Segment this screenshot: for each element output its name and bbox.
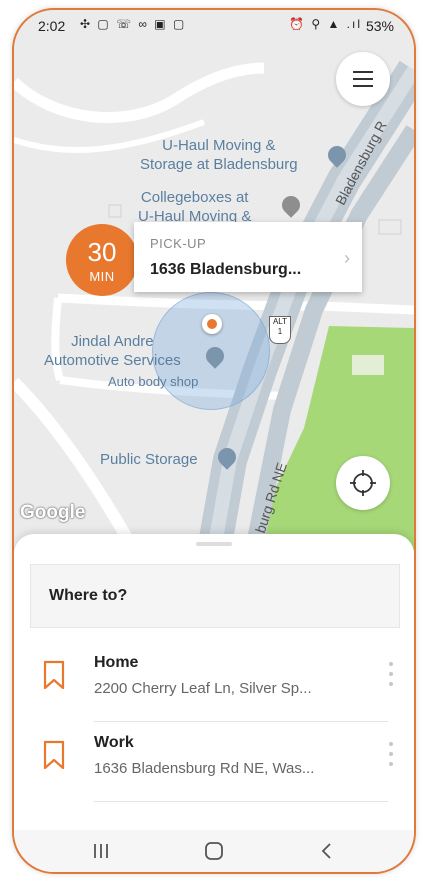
poi-public-storage-label[interactable]: Public Storage <box>100 450 198 469</box>
pickup-pin[interactable] <box>202 314 222 334</box>
phone-frame: 2:02 ✣ ▢ ☏ ∞ ▣ ▢ ⏰ ⚲ ▲ .ıl 53% U-Haul Mo… <box>12 8 416 874</box>
status-bar: 2:02 ✣ ▢ ☏ ∞ ▣ ▢ ⏰ ⚲ ▲ .ıl 53% <box>14 10 414 40</box>
bookmark-icon <box>43 660 65 690</box>
map-view[interactable]: 2:02 ✣ ▢ ☏ ∞ ▣ ▢ ⏰ ⚲ ▲ .ıl 53% U-Haul Mo… <box>14 10 414 550</box>
status-time: 2:02 <box>38 18 66 34</box>
system-nav-bar <box>14 830 414 872</box>
poi-uhaul-label[interactable]: U-Haul Moving & Storage at Bladensburg <box>140 136 298 174</box>
back-icon[interactable] <box>316 840 338 862</box>
place-title: Work <box>94 734 134 751</box>
eta-badge[interactable]: 30 MIN <box>66 224 138 296</box>
route-shield: ALT 1 <box>269 316 291 344</box>
more-options-icon[interactable] <box>386 740 396 770</box>
saved-place-home[interactable]: Home 2200 Cherry Leaf Ln, Silver Sp... <box>14 648 414 728</box>
pickup-card[interactable]: PICK-UP 1636 Bladensburg... › <box>134 222 362 292</box>
poi-collegeboxes-label[interactable]: Collegeboxes at U-Haul Moving & <box>138 188 251 226</box>
system-icons: ⏰ ⚲ ▲ .ıl <box>289 17 362 31</box>
bookmark-icon <box>43 740 65 770</box>
place-title: Home <box>94 654 139 671</box>
eta-value: 30 <box>87 237 117 267</box>
where-to-search[interactable]: Where to? <box>30 564 400 628</box>
eta-unit: MIN <box>89 269 115 284</box>
divider <box>94 721 388 722</box>
google-logo: Google <box>20 502 86 523</box>
place-address: 1636 Bladensburg Rd NE, Was... <box>94 760 315 777</box>
bottom-sheet: Where to? Home 2200 Cherry Leaf Ln, Silv… <box>14 534 414 834</box>
divider <box>94 801 388 802</box>
park-building <box>352 355 384 375</box>
poi-jindal-category: Auto body shop <box>108 374 199 389</box>
pickup-label: PICK-UP <box>150 236 207 251</box>
hamburger-icon <box>353 71 373 73</box>
place-address: 2200 Cherry Leaf Ln, Silver Sp... <box>94 680 312 697</box>
crosshair-icon <box>350 470 376 496</box>
more-options-icon[interactable] <box>386 660 396 690</box>
home-icon[interactable] <box>203 840 225 862</box>
sheet-handle[interactable] <box>196 542 232 546</box>
where-to-label: Where to? <box>49 587 128 604</box>
menu-button[interactable] <box>336 52 390 106</box>
saved-place-work[interactable]: Work 1636 Bladensburg Rd NE, Was... <box>14 728 414 808</box>
notification-icons: ✣ ▢ ☏ ∞ ▣ ▢ <box>80 17 187 31</box>
poi-jindal-label[interactable]: Jindal Andre Automotive Services <box>44 332 181 370</box>
locate-me-button[interactable] <box>336 456 390 510</box>
pickup-address: 1636 Bladensburg... <box>150 261 302 278</box>
chevron-right-icon: › <box>344 248 350 268</box>
recent-apps-icon[interactable] <box>90 840 112 862</box>
battery-level: 53% <box>365 18 394 34</box>
